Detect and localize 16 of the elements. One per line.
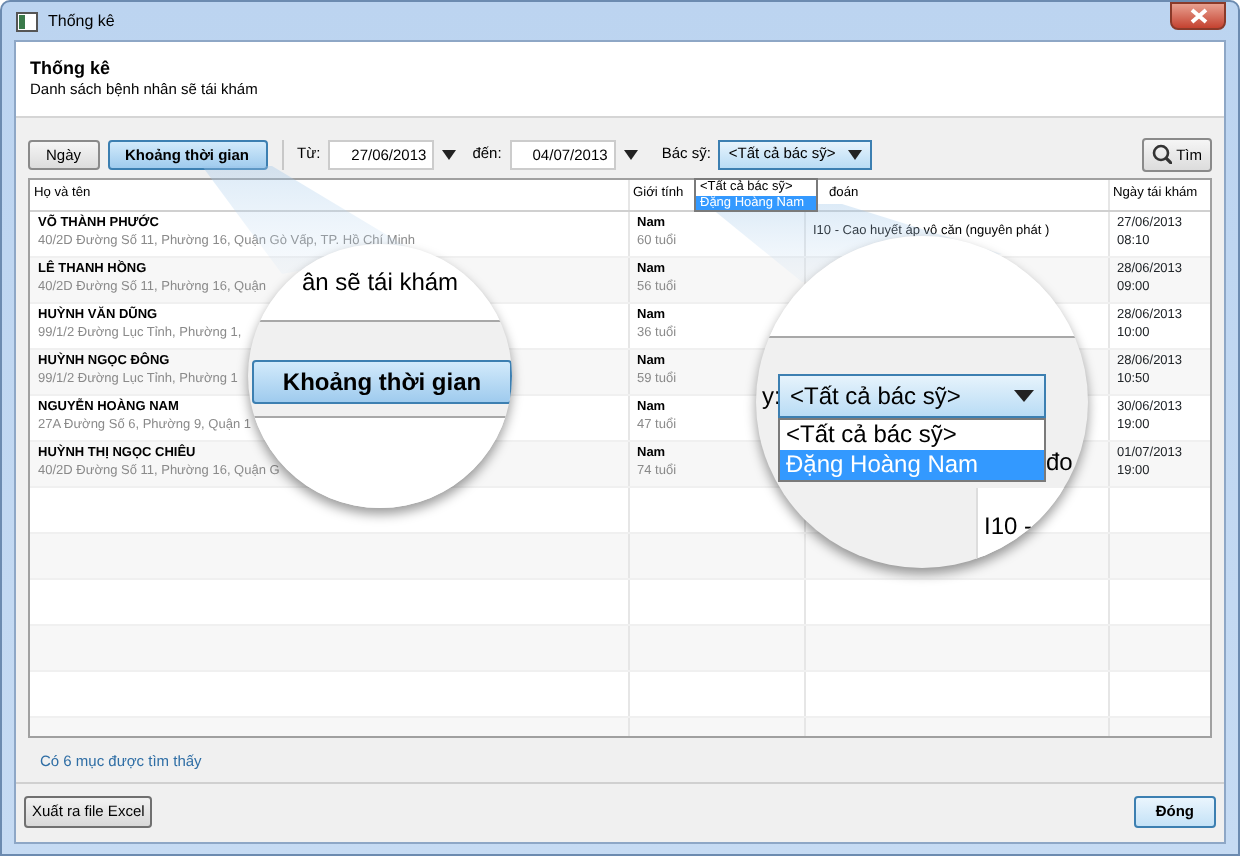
magnified-label: y:	[762, 382, 781, 410]
app-icon	[16, 11, 38, 31]
magnified-option: Đặng Hoàng Nam	[780, 450, 1044, 480]
caret-icon	[1014, 390, 1034, 402]
caret-icon[interactable]	[623, 149, 638, 159]
caret-icon[interactable]	[442, 149, 457, 159]
caret-icon	[848, 149, 863, 159]
close-button[interactable]	[1170, 2, 1226, 30]
close-icon	[1189, 8, 1207, 24]
magnified-text: đo	[1046, 448, 1073, 476]
magnified-subtitle: ân sẽ tái khám	[302, 268, 459, 296]
window-title: Thống kê	[48, 9, 115, 33]
magnified-button[interactable]: Khoảng thời gian	[252, 360, 512, 404]
magnified-option: <Tất cả bác sỹ>	[780, 420, 1044, 450]
page-title: Thống kê	[30, 58, 112, 80]
search-icon	[1152, 144, 1173, 164]
